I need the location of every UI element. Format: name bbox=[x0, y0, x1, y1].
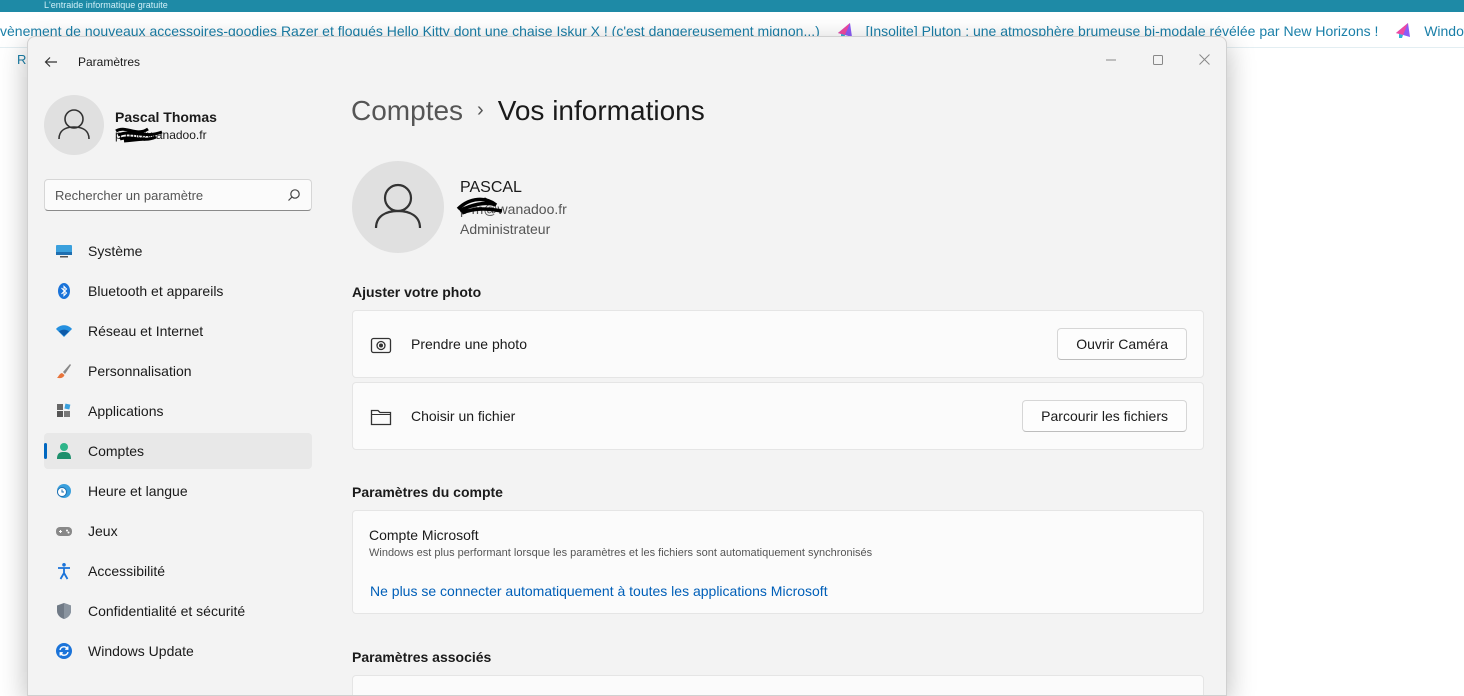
clock-globe-icon bbox=[57, 484, 71, 498]
sidebar-item-label: Bluetooth et appareils bbox=[88, 283, 224, 299]
minimize-button[interactable] bbox=[1088, 45, 1134, 75]
section-title-account: Paramètres du compte bbox=[352, 484, 503, 500]
section-title-photo: Ajuster votre photo bbox=[352, 284, 482, 300]
close-button[interactable] bbox=[1181, 45, 1226, 75]
system-monitor-icon bbox=[56, 245, 72, 258]
person-icon bbox=[58, 109, 90, 140]
website-header-bar: L'entraide informatique gratuite bbox=[0, 0, 1464, 12]
megaphone-icon bbox=[1396, 23, 1411, 38]
maximize-button[interactable] bbox=[1135, 45, 1181, 75]
microsoft-account-description: Windows est plus performant lorsque les … bbox=[369, 547, 873, 559]
sidebar-item-personnalisation[interactable]: Personnalisation bbox=[44, 353, 312, 389]
sidebar-item-label: Applications bbox=[88, 403, 164, 419]
accounts-icon bbox=[57, 443, 71, 459]
title-bar: Paramètres bbox=[28, 37, 1226, 85]
sidebar-item-applications[interactable]: Applications bbox=[44, 393, 312, 429]
search-placeholder: Rechercher un paramètre bbox=[55, 188, 204, 203]
folder-icon bbox=[370, 409, 392, 426]
related-settings-card[interactable] bbox=[352, 675, 1204, 695]
sidebar-item-comptes[interactable]: Comptes bbox=[44, 433, 312, 469]
back-button[interactable] bbox=[40, 51, 62, 73]
sidebar-item-label: Comptes bbox=[88, 443, 145, 459]
section-title-related: Paramètres associés bbox=[352, 649, 492, 665]
apps-icon bbox=[57, 403, 71, 417]
profile-avatar[interactable] bbox=[44, 95, 104, 155]
minimize-icon bbox=[1106, 59, 1116, 61]
sidebar-item-confidentialite[interactable]: Confidentialité et sécurité bbox=[44, 593, 312, 629]
user-avatar bbox=[352, 161, 444, 253]
sidebar-item-windows-update[interactable]: Windows Update bbox=[44, 633, 312, 669]
page-title: Vos informations bbox=[497, 95, 705, 126]
take-photo-label: Prendre une photo bbox=[411, 336, 527, 352]
ticker-item[interactable]: Windows 11 Sl bbox=[1424, 23, 1464, 39]
sidebar-item-heure[interactable]: Heure et langue bbox=[44, 473, 312, 509]
breadcrumb-parent[interactable]: Comptes bbox=[351, 95, 463, 126]
stop-auto-signin-link[interactable]: Ne plus se connecter automatiquement à t… bbox=[370, 583, 828, 599]
microsoft-account-title: Compte Microsoft bbox=[369, 527, 479, 543]
gamepad-icon bbox=[56, 527, 72, 536]
accessibility-icon bbox=[58, 563, 70, 580]
maximize-icon bbox=[1153, 55, 1163, 65]
take-photo-row: Prendre une photo Ouvrir Caméra bbox=[352, 310, 1204, 378]
breadcrumb: Comptes › Vos informations bbox=[351, 95, 705, 127]
choose-file-label: Choisir un fichier bbox=[411, 408, 516, 424]
redaction-scribble bbox=[115, 127, 163, 143]
sidebar-item-jeux[interactable]: Jeux bbox=[44, 513, 312, 549]
sidebar-item-reseau[interactable]: Réseau et Internet bbox=[44, 313, 312, 349]
sidebar-item-accessibilite[interactable]: Accessibilité bbox=[44, 553, 312, 589]
sidebar-item-bluetooth[interactable]: Bluetooth et appareils bbox=[44, 273, 312, 309]
search-input[interactable]: Rechercher un paramètre bbox=[44, 179, 312, 211]
chevron-right-icon: › bbox=[477, 99, 484, 121]
sidebar-item-systeme[interactable]: Système bbox=[44, 233, 312, 269]
site-tagline: L'entraide informatique gratuite bbox=[44, 0, 168, 10]
settings-window: Paramètres Pascal Thomas p m@wanadoo.fr … bbox=[27, 36, 1227, 696]
bluetooth-icon bbox=[58, 283, 70, 299]
update-icon bbox=[56, 643, 72, 659]
microsoft-account-card: Compte Microsoft Windows est plus perfor… bbox=[352, 510, 1204, 614]
sidebar-item-label: Accessibilité bbox=[88, 563, 166, 579]
user-role: Administrateur bbox=[460, 221, 551, 237]
brush-icon bbox=[57, 364, 71, 379]
app-title: Paramètres bbox=[78, 55, 141, 69]
sidebar-item-label: Système bbox=[88, 243, 143, 259]
person-icon bbox=[374, 183, 422, 229]
browse-files-button[interactable]: Parcourir les fichiers bbox=[1022, 400, 1187, 432]
wifi-icon bbox=[56, 325, 72, 337]
redaction-scribble bbox=[456, 197, 503, 215]
shield-icon bbox=[57, 603, 71, 619]
sidebar-item-label: Confidentialité et sécurité bbox=[88, 603, 246, 619]
close-icon bbox=[1198, 54, 1210, 65]
camera-icon bbox=[370, 337, 392, 354]
sidebar-item-label: Réseau et Internet bbox=[88, 323, 204, 339]
sidebar-item-label: Heure et langue bbox=[88, 483, 188, 499]
choose-file-row: Choisir un fichier Parcourir les fichier… bbox=[352, 382, 1204, 450]
open-camera-button[interactable]: Ouvrir Caméra bbox=[1057, 328, 1187, 360]
sidebar-item-label: Personnalisation bbox=[88, 363, 192, 379]
sidebar-nav: Système Bluetooth et appareils Réseau et… bbox=[44, 233, 312, 673]
back-arrow-icon bbox=[44, 57, 57, 67]
search-icon bbox=[288, 189, 300, 201]
sidebar-item-label: Windows Update bbox=[88, 643, 194, 659]
sidebar-item-label: Jeux bbox=[88, 523, 118, 539]
